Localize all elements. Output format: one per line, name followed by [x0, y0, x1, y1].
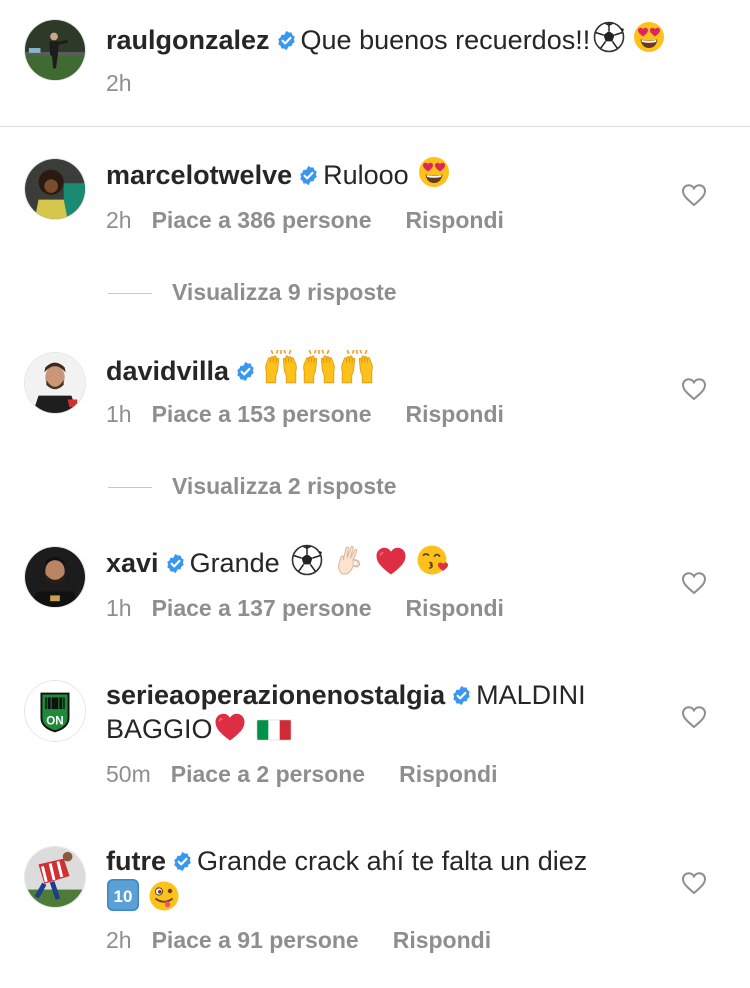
raising-hands-emoji-icon	[300, 350, 338, 384]
avatar-image-serieaoperazionenostalgia: ON	[25, 681, 85, 741]
caption-meta: 2h	[106, 69, 152, 97]
comment-username[interactable]: marcelotwelve	[106, 160, 292, 190]
comment-time: 1h	[106, 595, 132, 621]
verified-badge-icon	[298, 165, 319, 186]
avatar[interactable]	[24, 158, 86, 220]
comment-text-block: davidvilla	[106, 350, 646, 388]
avatar-image-marcelotwelve	[25, 159, 85, 219]
view-replies-label: Visualizza 9 risposte	[172, 279, 397, 305]
comment-text: Rulooo	[323, 160, 409, 190]
like-heart-icon[interactable]	[681, 377, 707, 401]
comment-username[interactable]: futre	[106, 846, 166, 876]
avatar-image-xavi	[25, 547, 85, 607]
comment-text-line2: BAGGIO	[106, 714, 213, 744]
soccer-ball-emoji-icon	[593, 21, 625, 53]
replies-divider-line	[108, 487, 152, 489]
verified-badge-icon	[451, 685, 472, 706]
comment-username[interactable]: xavi	[106, 548, 159, 578]
comment-likes-link[interactable]: Piace a 137 persone	[152, 595, 372, 621]
comment-likes-link[interactable]: Piace a 2 persone	[171, 761, 365, 787]
reply-button[interactable]: Rispondi	[406, 595, 504, 621]
ok-hand-emoji-icon	[333, 544, 365, 576]
comment-text-block: marcelotwelve Rulooo	[106, 156, 646, 192]
comment-text: Grande	[189, 548, 280, 578]
view-replies-button[interactable]: Visualizza 2 risposte	[108, 472, 397, 500]
raising-hands-emoji-icon	[262, 350, 300, 384]
comment-time: 2h	[106, 927, 132, 953]
verified-badge-icon	[276, 30, 297, 51]
caption-text-block: raulgonzalez Que buenos recuerdos!!	[106, 21, 726, 57]
verified-badge-icon	[165, 553, 186, 574]
reply-button[interactable]: Rispondi	[399, 761, 497, 787]
verified-badge-icon	[235, 361, 256, 382]
comment-time: 50m	[106, 761, 151, 787]
heart-eyes-emoji-icon	[418, 156, 450, 188]
svg-text:ON: ON	[46, 715, 63, 728]
italy-flag-emoji-icon	[256, 718, 292, 742]
avatar[interactable]	[24, 19, 86, 81]
avatar[interactable]	[24, 546, 86, 608]
soccer-ball-emoji-icon	[291, 544, 323, 576]
avatar-image-futre	[25, 847, 85, 907]
comment-text-block: serieaoperazionenostalgia MALDINI BAGGIO	[106, 678, 646, 746]
comment-meta: 1h Piace a 153 persone Rispondi	[106, 400, 504, 428]
comment-text-block: xavi Grande	[106, 544, 646, 580]
keycap-ten-emoji-icon	[106, 878, 140, 912]
comment-text: MALDINI	[476, 680, 586, 710]
red-heart-emoji-icon	[214, 712, 246, 742]
comment-text-block: futre Grande crack ahí te falta un diez	[106, 844, 646, 916]
comment-meta: 1h Piace a 137 persone Rispondi	[106, 594, 504, 622]
comment-likes-link[interactable]: Piace a 91 persone	[152, 927, 359, 953]
comment-time: 2h	[106, 207, 132, 233]
raising-hands-emoji-icon	[338, 350, 376, 384]
like-heart-icon[interactable]	[681, 705, 707, 729]
winking-tongue-face-emoji-icon	[148, 880, 180, 912]
kissing-face-emoji-icon	[417, 544, 449, 576]
reply-button[interactable]: Rispondi	[393, 927, 491, 953]
avatar-image-raulgonzalez	[25, 20, 85, 80]
reply-button[interactable]: Rispondi	[406, 401, 504, 427]
replies-divider-line	[108, 293, 152, 295]
avatar[interactable]	[24, 352, 86, 414]
comment-likes-link[interactable]: Piace a 153 persone	[152, 401, 372, 427]
like-heart-icon[interactable]	[681, 183, 707, 207]
comment-time: 2h	[106, 70, 132, 96]
avatar[interactable]: ON	[24, 680, 86, 742]
red-heart-emoji-icon	[375, 546, 407, 576]
verified-badge-icon	[172, 851, 193, 872]
heart-eyes-emoji-icon	[633, 21, 665, 53]
comment-time: 1h	[106, 401, 132, 427]
comment-username[interactable]: raulgonzalez	[106, 25, 270, 55]
view-replies-button[interactable]: Visualizza 9 risposte	[108, 278, 397, 306]
comment-text: Grande crack ahí te falta un diez	[197, 846, 588, 876]
reply-button[interactable]: Rispondi	[406, 207, 504, 233]
avatar-image-davidvilla	[25, 353, 85, 413]
view-replies-label: Visualizza 2 risposte	[172, 473, 397, 499]
comment-username[interactable]: serieaoperazionenostalgia	[106, 680, 445, 710]
comment-meta: 2h Piace a 91 persone Rispondi	[106, 926, 491, 954]
like-heart-icon[interactable]	[681, 871, 707, 895]
comment-username[interactable]: davidvilla	[106, 356, 229, 386]
comment-likes-link[interactable]: Piace a 386 persone	[152, 207, 372, 233]
divider	[0, 126, 750, 127]
avatar[interactable]	[24, 846, 86, 908]
comment-text: Que buenos recuerdos!!	[300, 25, 591, 55]
like-heart-icon[interactable]	[681, 571, 707, 595]
comment-meta: 50m Piace a 2 persone Rispondi	[106, 760, 497, 788]
comment-meta: 2h Piace a 386 persone Rispondi	[106, 206, 504, 234]
